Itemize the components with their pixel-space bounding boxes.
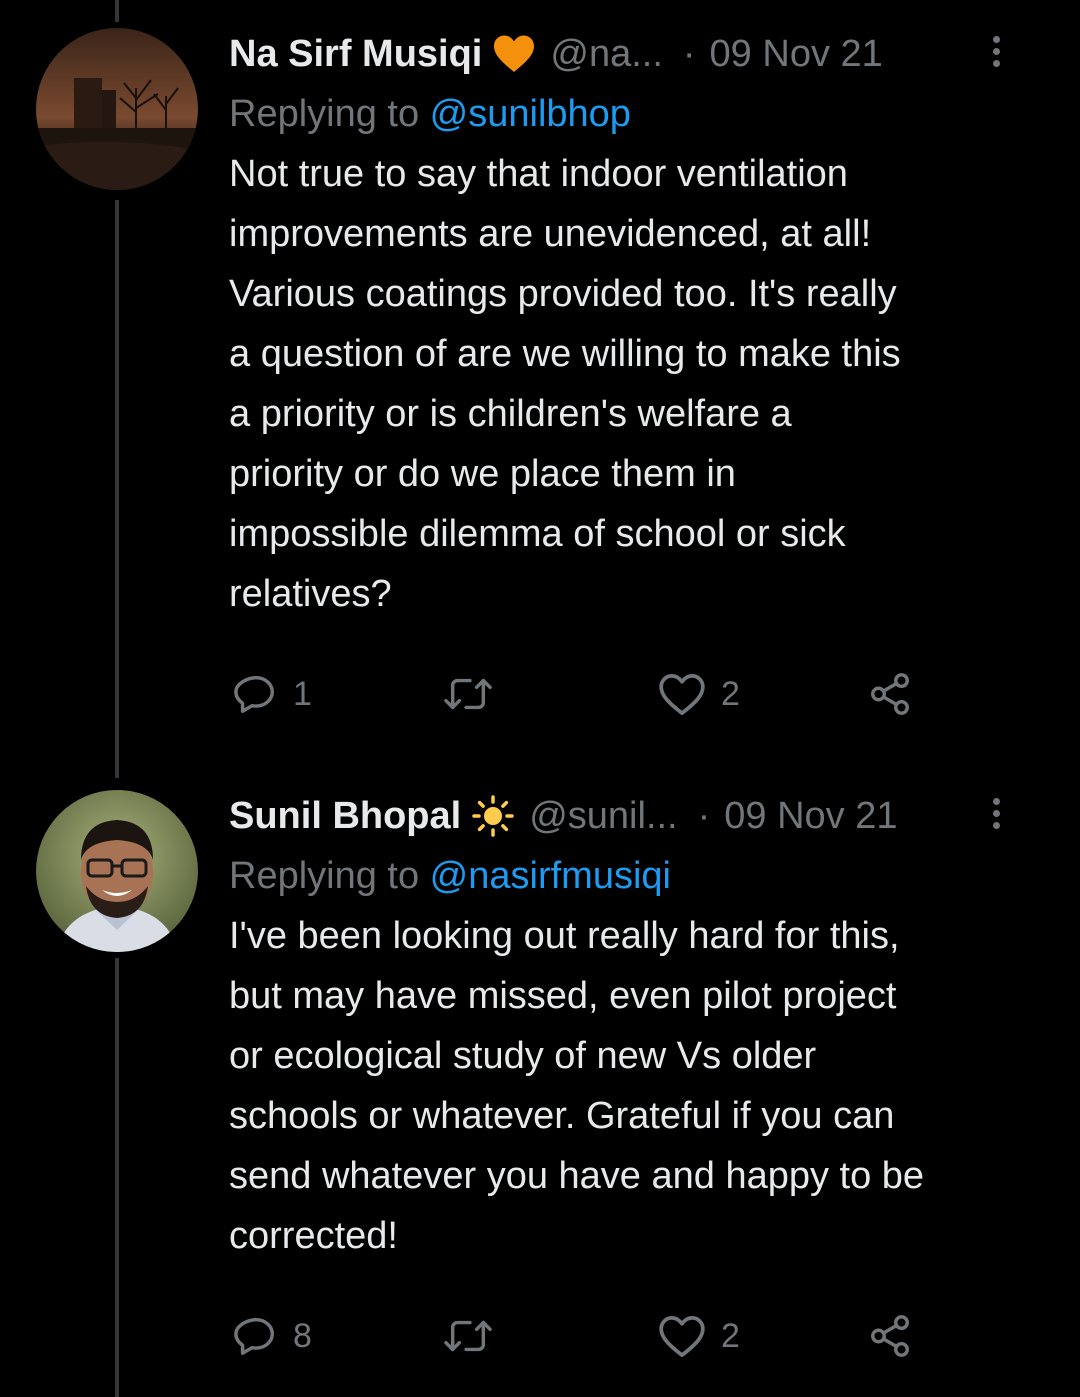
retweet-icon [444,1320,492,1352]
avatar[interactable] [36,790,198,952]
like-count: 2 [721,674,740,713]
separator-dot: · [682,32,696,75]
share-icon [871,1315,909,1357]
like-button[interactable]: 2 [657,664,740,724]
like-button[interactable]: 2 [657,1306,740,1366]
replying-to-mention[interactable]: @nasirfmusiqi [430,855,671,897]
display-name[interactable]: Sunil Bhopal [229,795,461,838]
avatar-image [36,28,198,190]
retweet-button[interactable] [441,1306,509,1366]
retweet-icon [444,678,492,710]
reply-button[interactable]: 1 [233,664,312,724]
reply-button[interactable]: 8 [233,1306,312,1366]
handle[interactable]: @sunil... [529,795,677,838]
more-options-icon[interactable] [990,798,1002,838]
tweet-date[interactable]: 09 Nov 21 [724,795,897,838]
avatar[interactable] [36,28,198,190]
share-button[interactable] [867,1306,913,1366]
thread-line-top [115,0,119,22]
reply-icon [234,1317,275,1355]
share-button[interactable] [867,664,913,724]
tweet-actions: 1 2 [229,664,969,724]
replying-to: Replying to @nasirfmusiqi [229,846,1050,906]
tweet[interactable]: Na Sirf Musiqi @na... · 09 Nov 21 Replyi… [0,24,1080,744]
tweet-header: Na Sirf Musiqi @na... · 09 Nov 21 [229,24,1050,84]
tweet-text: I've been looking out really hard for th… [229,915,925,1257]
orange-heart-icon [492,34,536,74]
replying-prefix: Replying to [229,855,430,897]
replying-to: Replying to @sunilbhop [229,84,1050,144]
retweet-button[interactable] [441,664,509,724]
avatar-image [36,790,198,952]
reply-icon [234,675,275,713]
sun-icon [471,794,515,838]
share-icon [871,673,909,715]
tweet-date[interactable]: 09 Nov 21 [710,33,883,76]
like-count: 2 [721,1316,740,1355]
tweet-text: Not true to say that indoor ventilation … [229,153,901,615]
tweet-actions: 8 2 [229,1306,969,1366]
heart-icon [659,674,705,716]
separator-dot: · [697,794,711,837]
reply-count: 1 [293,674,312,713]
more-options-icon[interactable] [990,36,1002,76]
display-name[interactable]: Na Sirf Musiqi [229,33,482,76]
heart-icon [659,1316,705,1358]
replying-prefix: Replying to [229,93,430,135]
replying-to-mention[interactable]: @sunilbhop [430,93,631,135]
tweet[interactable]: Sunil Bhopal @sunil... · 09 Nov 21 Reply… [0,786,1080,1397]
handle[interactable]: @na... [550,33,663,76]
tweet-header: Sunil Bhopal @sunil... · 09 Nov 21 [229,786,1050,846]
reply-count: 8 [293,1316,312,1355]
